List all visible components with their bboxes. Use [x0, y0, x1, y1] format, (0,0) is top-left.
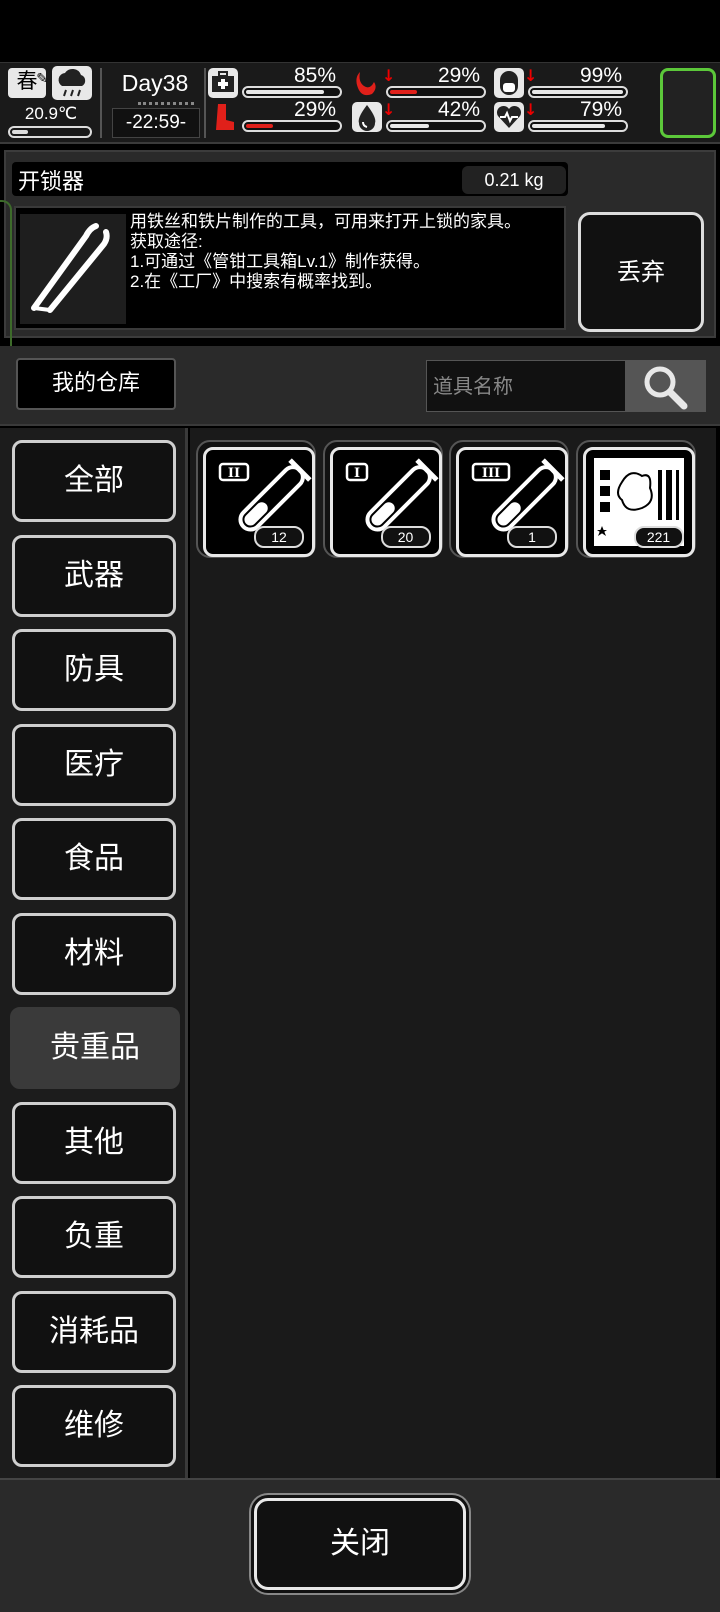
search-input[interactable]: 道具名称 [426, 360, 626, 412]
stat-bar [386, 86, 486, 98]
item-count-badge: 1 [507, 526, 557, 548]
category-tab[interactable]: 其他 [12, 1101, 176, 1184]
water-drop-icon [352, 102, 382, 132]
close-button[interactable]: 关闭 [254, 1498, 466, 1590]
stat-bar [242, 120, 342, 132]
temperature-bar-fill [12, 130, 28, 134]
stat-bar [528, 120, 628, 132]
stat-bar [242, 86, 342, 98]
season-label: 春 [16, 69, 38, 93]
equipped-slot-button[interactable] [660, 68, 716, 138]
category-tab[interactable]: 材料 [12, 912, 176, 995]
category-tab[interactable]: 全部 [12, 440, 176, 522]
item-slot[interactable]: III 1 [449, 440, 569, 558]
discard-button[interactable]: 丢弃 [578, 212, 704, 332]
heart-icon [494, 102, 524, 132]
category-tab[interactable]: 武器 [12, 534, 176, 617]
item-count-badge: 12 [254, 526, 304, 548]
item-count-badge: 20 [380, 526, 431, 548]
stat-bar-fill [532, 124, 605, 128]
stat-bar-fill [246, 90, 324, 94]
divider [204, 68, 206, 138]
item-slot[interactable]: I 20 [322, 440, 443, 558]
temperature-bar [8, 126, 92, 138]
svg-text:I: I [353, 466, 359, 481]
svg-text:III: III [482, 466, 500, 481]
stat-value: 29% [293, 98, 336, 121]
stat-value: 29% [437, 64, 480, 87]
stat-bar-fill [390, 90, 417, 94]
day-counter: Day38 [121, 70, 189, 96]
stat-bar-fill [246, 124, 273, 128]
temperature-value: 20.9℃ [24, 104, 78, 123]
item-weight: 0.21 kg [462, 166, 566, 194]
stat-bar [386, 120, 486, 132]
pill-icon [494, 68, 524, 98]
leg-injury-icon [208, 102, 238, 132]
category-tab[interactable]: 食品 [12, 818, 176, 900]
category-tab[interactable]: 防具 [12, 629, 176, 711]
side-handle[interactable] [0, 200, 12, 356]
stat-bar-fill [390, 124, 429, 128]
season-badge: 春 ✎ [8, 68, 48, 98]
category-tab[interactable]: 医疗 [12, 723, 176, 806]
item-grid [190, 428, 716, 1478]
stomach-icon [352, 68, 382, 98]
stat-bar [528, 86, 628, 98]
first-aid-icon [208, 68, 238, 98]
stat-value: 99% [579, 64, 622, 87]
category-tab[interactable]: 负重 [12, 1196, 176, 1278]
search-icon [644, 366, 688, 410]
stat-value: 85% [293, 64, 336, 87]
feather-icon: ✎ [36, 71, 48, 87]
item-name: 开锁器 [18, 170, 85, 195]
warehouse-tab[interactable]: 我的仓库 [16, 358, 176, 410]
search-button[interactable] [626, 360, 706, 412]
category-tab[interactable]: 维修 [12, 1385, 176, 1467]
stat-bar-fill [532, 90, 623, 94]
stat-value: 42% [437, 98, 480, 121]
item-count-badge: 221 [633, 526, 684, 548]
category-tab[interactable]: 消耗品 [12, 1290, 176, 1373]
item-description: 用铁丝和铁片制作的工具，可用来打开上锁的家具。 获取途径: 1.可通过《管钳工具… [130, 212, 521, 291]
clock: -22:59- [112, 108, 200, 138]
weather-icon [52, 66, 92, 100]
lockpick-icon [20, 214, 126, 324]
stat-value: 79% [579, 98, 622, 121]
divider [100, 68, 102, 138]
svg-text:II: II [228, 466, 240, 481]
category-tab[interactable]: 贵重品 [10, 1007, 180, 1089]
item-slot[interactable]: 221 [575, 440, 696, 558]
item-slot[interactable]: II 12 [196, 440, 316, 558]
